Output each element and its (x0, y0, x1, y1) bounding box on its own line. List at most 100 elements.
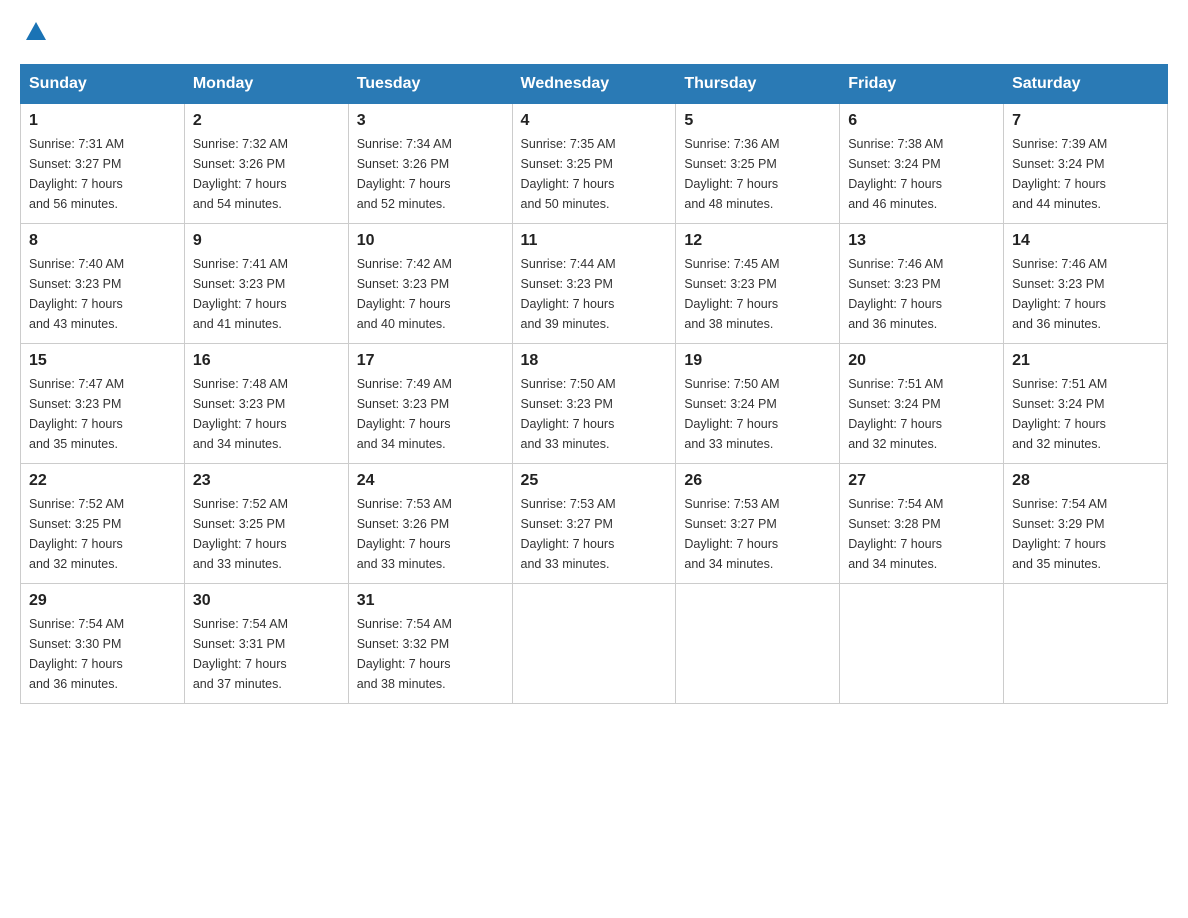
day-cell-10: 10 Sunrise: 7:42 AMSunset: 3:23 PMDayligh… (348, 224, 512, 344)
day-info: Sunrise: 7:50 AMSunset: 3:23 PMDaylight:… (521, 374, 668, 454)
day-number: 14 (1012, 232, 1159, 250)
day-cell-17: 17 Sunrise: 7:49 AMSunset: 3:23 PMDayligh… (348, 344, 512, 464)
day-cell-27: 27 Sunrise: 7:54 AMSunset: 3:28 PMDayligh… (840, 464, 1004, 584)
day-cell-8: 8 Sunrise: 7:40 AMSunset: 3:23 PMDaylight… (21, 224, 185, 344)
header-sunday: Sunday (21, 65, 185, 104)
logo (20, 20, 50, 44)
day-info: Sunrise: 7:53 AMSunset: 3:27 PMDaylight:… (521, 494, 668, 574)
day-number: 20 (848, 352, 995, 370)
day-cell-23: 23 Sunrise: 7:52 AMSunset: 3:25 PMDayligh… (184, 464, 348, 584)
header-saturday: Saturday (1004, 65, 1168, 104)
day-info: Sunrise: 7:48 AMSunset: 3:23 PMDaylight:… (193, 374, 340, 454)
calendar-table: SundayMondayTuesdayWednesdayThursdayFrid… (20, 64, 1168, 704)
day-info: Sunrise: 7:35 AMSunset: 3:25 PMDaylight:… (521, 134, 668, 214)
day-info: Sunrise: 7:36 AMSunset: 3:25 PMDaylight:… (684, 134, 831, 214)
day-info: Sunrise: 7:54 AMSunset: 3:31 PMDaylight:… (193, 614, 340, 694)
day-cell-15: 15 Sunrise: 7:47 AMSunset: 3:23 PMDayligh… (21, 344, 185, 464)
header-thursday: Thursday (676, 65, 840, 104)
day-number: 13 (848, 232, 995, 250)
day-info: Sunrise: 7:54 AMSunset: 3:30 PMDaylight:… (29, 614, 176, 694)
day-cell-21: 21 Sunrise: 7:51 AMSunset: 3:24 PMDayligh… (1004, 344, 1168, 464)
day-number: 28 (1012, 472, 1159, 490)
page-header (20, 20, 1168, 44)
day-number: 11 (521, 232, 668, 250)
day-info: Sunrise: 7:40 AMSunset: 3:23 PMDaylight:… (29, 254, 176, 334)
day-info: Sunrise: 7:46 AMSunset: 3:23 PMDaylight:… (1012, 254, 1159, 334)
day-info: Sunrise: 7:46 AMSunset: 3:23 PMDaylight:… (848, 254, 995, 334)
day-cell-9: 9 Sunrise: 7:41 AMSunset: 3:23 PMDaylight… (184, 224, 348, 344)
day-cell-24: 24Sunrise: 7:53 AMSunset: 3:26 PMDayligh… (348, 464, 512, 584)
day-cell-4: 4 Sunrise: 7:35 AMSunset: 3:25 PMDaylight… (512, 104, 676, 224)
day-cell-29: 29Sunrise: 7:54 AMSunset: 3:30 PMDayligh… (21, 584, 185, 704)
week-row-3: 15 Sunrise: 7:47 AMSunset: 3:23 PMDayligh… (21, 344, 1168, 464)
day-info: Sunrise: 7:53 AMSunset: 3:27 PMDaylight:… (684, 494, 831, 574)
day-cell-20: 20 Sunrise: 7:51 AMSunset: 3:24 PMDayligh… (840, 344, 1004, 464)
day-info: Sunrise: 7:52 AMSunset: 3:25 PMDaylight:… (193, 494, 340, 574)
day-info: Sunrise: 7:53 AMSunset: 3:26 PMDaylight:… (357, 494, 504, 574)
day-cell-16: 16 Sunrise: 7:48 AMSunset: 3:23 PMDayligh… (184, 344, 348, 464)
day-number: 18 (521, 352, 668, 370)
day-info: Sunrise: 7:32 AMSunset: 3:26 PMDaylight:… (193, 134, 340, 214)
day-number: 5 (684, 112, 831, 130)
day-info: Sunrise: 7:41 AMSunset: 3:23 PMDaylight:… (193, 254, 340, 334)
day-number: 9 (193, 232, 340, 250)
header-friday: Friday (840, 65, 1004, 104)
day-cell-11: 11 Sunrise: 7:44 AMSunset: 3:23 PMDayligh… (512, 224, 676, 344)
day-number: 30 (193, 592, 340, 610)
day-cell-14: 14 Sunrise: 7:46 AMSunset: 3:23 PMDayligh… (1004, 224, 1168, 344)
day-info: Sunrise: 7:54 AMSunset: 3:29 PMDaylight:… (1012, 494, 1159, 574)
day-info: Sunrise: 7:34 AMSunset: 3:26 PMDaylight:… (357, 134, 504, 214)
day-number: 15 (29, 352, 176, 370)
day-number: 1 (29, 112, 176, 130)
week-row-4: 22 Sunrise: 7:52 AMSunset: 3:25 PMDayligh… (21, 464, 1168, 584)
day-info: Sunrise: 7:50 AMSunset: 3:24 PMDaylight:… (684, 374, 831, 454)
day-info: Sunrise: 7:54 AMSunset: 3:28 PMDaylight:… (848, 494, 995, 574)
day-info: Sunrise: 7:51 AMSunset: 3:24 PMDaylight:… (1012, 374, 1159, 454)
day-cell-30: 30 Sunrise: 7:54 AMSunset: 3:31 PMDayligh… (184, 584, 348, 704)
day-number: 10 (357, 232, 504, 250)
header-tuesday: Tuesday (348, 65, 512, 104)
day-cell-22: 22 Sunrise: 7:52 AMSunset: 3:25 PMDayligh… (21, 464, 185, 584)
day-info: Sunrise: 7:39 AMSunset: 3:24 PMDaylight:… (1012, 134, 1159, 214)
empty-cell (840, 584, 1004, 704)
day-info: Sunrise: 7:44 AMSunset: 3:23 PMDaylight:… (521, 254, 668, 334)
day-cell-6: 6Sunrise: 7:38 AMSunset: 3:24 PMDaylight… (840, 104, 1004, 224)
day-number: 7 (1012, 112, 1159, 130)
day-info: Sunrise: 7:52 AMSunset: 3:25 PMDaylight:… (29, 494, 176, 574)
day-number: 27 (848, 472, 995, 490)
day-cell-12: 12Sunrise: 7:45 AMSunset: 3:23 PMDayligh… (676, 224, 840, 344)
day-cell-7: 7 Sunrise: 7:39 AMSunset: 3:24 PMDaylight… (1004, 104, 1168, 224)
empty-cell (512, 584, 676, 704)
day-cell-5: 5 Sunrise: 7:36 AMSunset: 3:25 PMDaylight… (676, 104, 840, 224)
day-cell-31: 31Sunrise: 7:54 AMSunset: 3:32 PMDayligh… (348, 584, 512, 704)
day-cell-3: 3Sunrise: 7:34 AMSunset: 3:26 PMDaylight… (348, 104, 512, 224)
day-cell-2: 2 Sunrise: 7:32 AMSunset: 3:26 PMDaylight… (184, 104, 348, 224)
day-number: 21 (1012, 352, 1159, 370)
day-info: Sunrise: 7:54 AMSunset: 3:32 PMDaylight:… (357, 614, 504, 694)
day-info: Sunrise: 7:51 AMSunset: 3:24 PMDaylight:… (848, 374, 995, 454)
day-number: 2 (193, 112, 340, 130)
day-cell-13: 13 Sunrise: 7:46 AMSunset: 3:23 PMDayligh… (840, 224, 1004, 344)
day-cell-18: 18 Sunrise: 7:50 AMSunset: 3:23 PMDayligh… (512, 344, 676, 464)
day-cell-28: 28 Sunrise: 7:54 AMSunset: 3:29 PMDayligh… (1004, 464, 1168, 584)
day-info: Sunrise: 7:38 AMSunset: 3:24 PMDaylight:… (848, 134, 995, 214)
day-cell-25: 25 Sunrise: 7:53 AMSunset: 3:27 PMDayligh… (512, 464, 676, 584)
day-number: 22 (29, 472, 176, 490)
empty-cell (1004, 584, 1168, 704)
day-cell-26: 26Sunrise: 7:53 AMSunset: 3:27 PMDayligh… (676, 464, 840, 584)
day-info: Sunrise: 7:42 AMSunset: 3:23 PMDaylight:… (357, 254, 504, 334)
day-info: Sunrise: 7:49 AMSunset: 3:23 PMDaylight:… (357, 374, 504, 454)
day-info: Sunrise: 7:47 AMSunset: 3:23 PMDaylight:… (29, 374, 176, 454)
day-number: 16 (193, 352, 340, 370)
empty-cell (676, 584, 840, 704)
logo-triangle-icon (22, 16, 50, 44)
header-monday: Monday (184, 65, 348, 104)
calendar-header-row: SundayMondayTuesdayWednesdayThursdayFrid… (21, 65, 1168, 104)
day-number: 17 (357, 352, 504, 370)
day-number: 25 (521, 472, 668, 490)
day-number: 23 (193, 472, 340, 490)
day-number: 8 (29, 232, 176, 250)
week-row-1: 1Sunrise: 7:31 AMSunset: 3:27 PMDaylight… (21, 104, 1168, 224)
week-row-5: 29Sunrise: 7:54 AMSunset: 3:30 PMDayligh… (21, 584, 1168, 704)
day-number: 4 (521, 112, 668, 130)
